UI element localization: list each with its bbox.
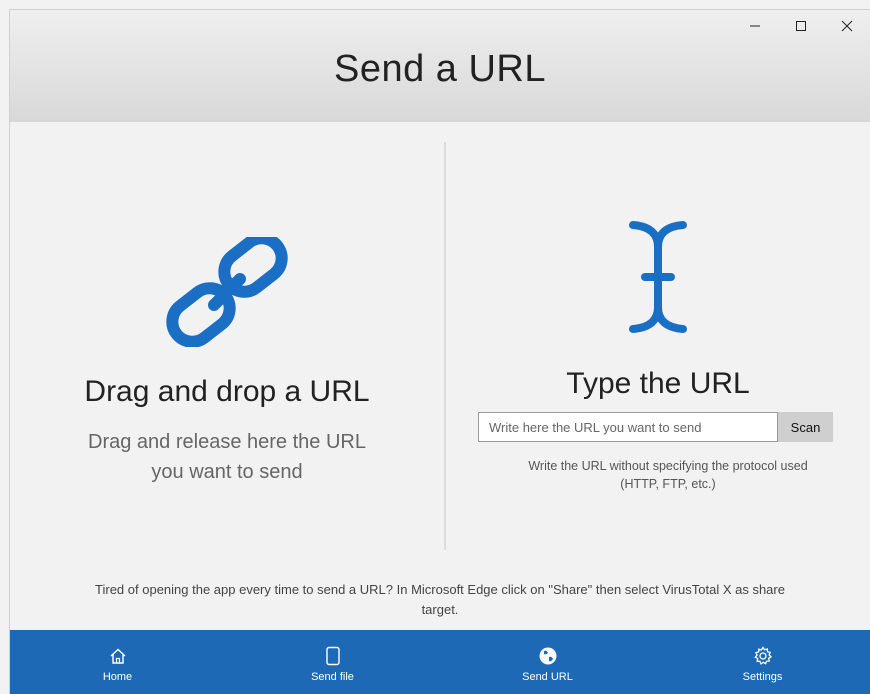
close-button[interactable]: [824, 10, 870, 42]
minimize-icon: [750, 25, 760, 27]
nav-label-send-file: Send file: [311, 671, 354, 683]
nav-item-settings[interactable]: Settings: [655, 630, 870, 694]
type-url-title: Type the URL: [566, 367, 750, 400]
share-tip-line1: Tired of opening the app every time to s…: [95, 582, 785, 597]
title-bar: Send a URL: [10, 10, 870, 122]
drop-subtitle-line2: you want to send: [151, 461, 303, 483]
link-icon: [166, 237, 288, 347]
scan-button[interactable]: Scan: [778, 412, 833, 442]
share-tip: Tired of opening the app every time to s…: [10, 580, 870, 620]
maximize-icon: [796, 21, 806, 31]
drop-title: Drag and drop a URL: [84, 375, 370, 408]
nav-label-home: Home: [102, 671, 133, 683]
drop-subtitle-line1: Drag and release here the URL: [88, 431, 366, 453]
minimize-button[interactable]: [732, 10, 778, 42]
url-hint-line1: Write the URL without specifying the pro…: [528, 459, 808, 473]
url-hint: Write the URL without specifying the pro…: [466, 457, 870, 493]
text-cursor-icon: [629, 221, 687, 333]
url-input-row: Scan: [478, 412, 833, 442]
main-content: Drag and drop a URL Drag and release her…: [10, 122, 870, 630]
home-icon: [110, 648, 125, 664]
bottom-nav: Home Send file Send URL Settings: [10, 630, 870, 694]
url-hint-line2: (HTTP, FTP, etc.): [620, 477, 716, 491]
type-url-panel: Type the URL Scan Write the URL without …: [446, 122, 870, 562]
gear-icon: [753, 646, 772, 665]
window-controls: [732, 10, 870, 42]
app-window: Send a URL Drag and drop a URL Drag and …: [10, 10, 870, 694]
nav-item-send-file[interactable]: Send file: [225, 630, 440, 694]
nav-label-settings: Settings: [742, 671, 783, 683]
nav-item-home[interactable]: Home: [10, 630, 225, 694]
url-input[interactable]: [478, 412, 778, 442]
drop-zone[interactable]: Drag and drop a URL Drag and release her…: [10, 122, 444, 562]
drop-subtitle: Drag and release here the URL you want t…: [50, 427, 404, 487]
maximize-button[interactable]: [778, 10, 824, 42]
close-icon: [841, 20, 853, 32]
page-title: Send a URL: [333, 48, 546, 90]
nav-item-send-url[interactable]: Send URL: [440, 630, 655, 694]
share-tip-line2: target.: [421, 602, 459, 617]
nav-label-send-url: Send URL: [522, 671, 573, 683]
globe-icon: [539, 647, 556, 665]
file-icon: [325, 646, 340, 666]
